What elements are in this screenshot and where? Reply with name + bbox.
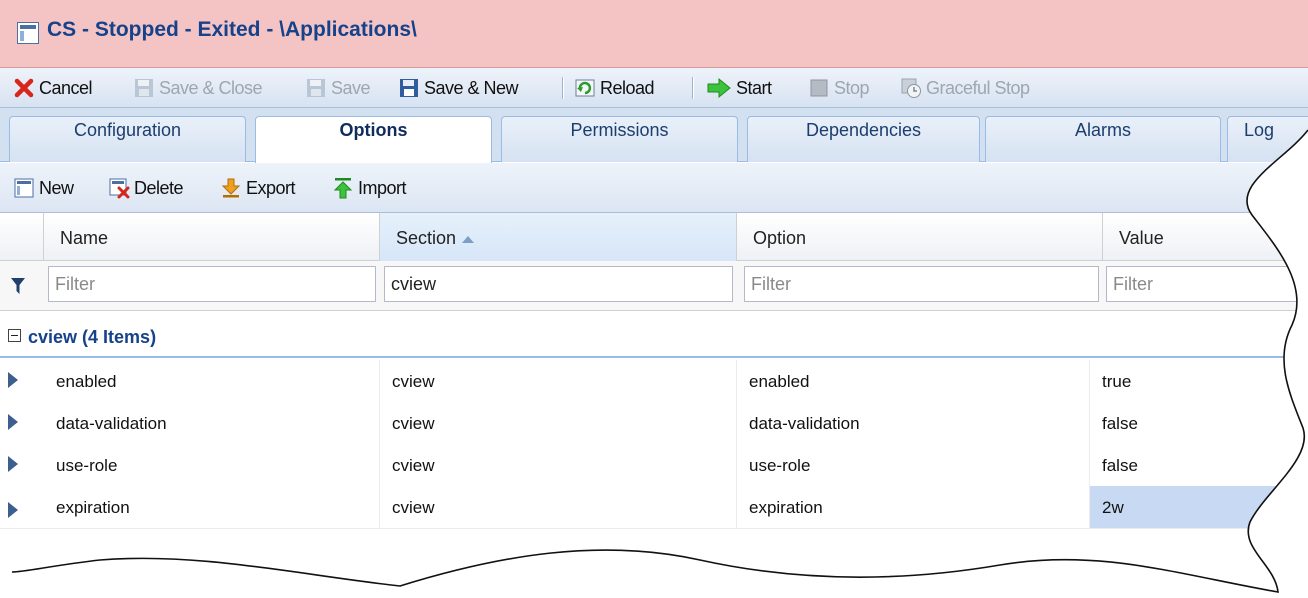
tab-configuration[interactable]: Configuration [9,116,246,162]
cell-name: use-role [44,444,380,486]
window-title-bar: CS - Stopped - Exited - \Applications\ [0,0,1308,68]
stop-square-icon [808,77,830,99]
delete-record-icon [108,177,130,199]
cell-section: cview [380,486,737,528]
row-expand-arrow-icon[interactable] [8,414,18,430]
tab-alarms[interactable]: Alarms [985,116,1221,162]
floppy-disk-icon [133,77,155,99]
window-icon [17,22,39,44]
cell-value[interactable]: false [1090,444,1308,486]
table-row[interactable]: use-role cview use-role false [0,444,1308,487]
cancel-x-icon [13,77,35,99]
cell-option: data-validation [737,402,1090,444]
column-header-option[interactable]: Option [737,213,1103,261]
section-filter-input[interactable] [384,266,733,302]
new-record-icon [13,177,35,199]
filter-funnel-icon [10,277,26,300]
grid-header: Name Section Option Value [0,213,1308,261]
cell-value[interactable]: false [1090,402,1308,444]
option-filter-input[interactable] [744,266,1099,302]
column-header-name[interactable]: Name [44,213,380,261]
row-expand-arrow-icon[interactable] [8,456,18,472]
stop-button[interactable]: Stop [808,75,869,101]
cell-name: expiration [44,486,380,528]
cell-option: use-role [737,444,1090,486]
graceful-stop-clock-icon [900,77,922,99]
cell-option: expiration [737,486,1090,528]
column-header-section[interactable]: Section [380,213,737,261]
import-up-arrow-icon [332,177,354,199]
window-title: CS - Stopped - Exited - \Applications\ [47,18,417,41]
cell-value-selected[interactable]: 2w [1090,486,1308,528]
save-and-close-button[interactable]: Save & Close [133,75,262,101]
save-and-new-button[interactable]: Save & New [398,75,518,101]
row-expand-arrow-icon[interactable] [8,372,18,388]
table-row[interactable]: expiration cview expiration 2w [0,486,1308,529]
graceful-stop-button[interactable]: Graceful Stop [900,75,1030,101]
row-expander-header [0,213,44,261]
row-expand-arrow-icon[interactable] [8,502,18,518]
table-row[interactable]: data-validation cview data-validation fa… [0,402,1308,445]
start-arrow-icon [706,77,732,99]
cell-section: cview [380,360,737,402]
reload-icon [574,77,596,99]
name-filter-input[interactable] [48,266,376,302]
table-row[interactable]: enabled cview enabled true [0,360,1308,403]
group-label: cview (4 Items) [28,327,157,347]
export-button[interactable]: Export [220,175,295,201]
delete-button[interactable]: Delete [108,175,183,201]
tab-dependencies[interactable]: Dependencies [747,116,980,162]
cancel-button[interactable]: Cancel [13,75,92,101]
cell-name: data-validation [44,402,380,444]
toolbar-separator [692,77,694,99]
start-button[interactable]: Start [706,75,772,101]
filter-row [0,261,1308,311]
collapse-toggle-icon[interactable] [8,329,21,342]
tab-options[interactable]: Options [255,116,492,163]
cell-option: enabled [737,360,1090,402]
tab-strip: Configuration Options Permissions Depend… [0,108,1308,162]
group-header[interactable]: cview (4 Items) [0,318,1308,358]
sort-ascending-icon [462,236,474,243]
cell-section: cview [380,402,737,444]
value-filter-input[interactable] [1106,266,1306,302]
grid-toolbar: New Delete Export Import [0,163,1308,213]
floppy-disk-icon [305,77,327,99]
column-header-value[interactable]: Value [1103,213,1308,261]
import-button[interactable]: Import [332,175,406,201]
main-toolbar: Cancel Save & Close Save Save & New Relo… [0,68,1308,108]
tab-permissions[interactable]: Permissions [501,116,738,162]
reload-button[interactable]: Reload [574,75,654,101]
toolbar-separator [562,77,564,99]
save-button[interactable]: Save [305,75,370,101]
cell-name: enabled [44,360,380,402]
floppy-disk-icon [398,77,420,99]
cell-value[interactable]: true [1090,360,1308,402]
new-button[interactable]: New [13,175,74,201]
export-down-arrow-icon [220,177,242,199]
tab-log[interactable]: Log [1227,116,1308,162]
cell-section: cview [380,444,737,486]
